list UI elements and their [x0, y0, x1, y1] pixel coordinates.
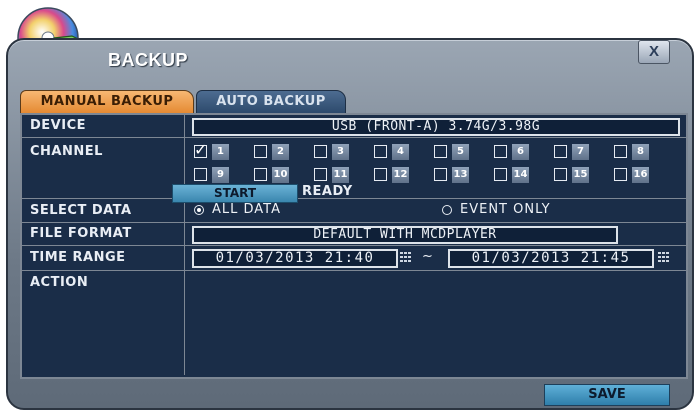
channel-row: CHANNEL 12345678910111213141516	[22, 138, 686, 199]
select-data-label: SELECT DATA	[22, 199, 185, 222]
channel-label: CHANNEL	[22, 138, 185, 198]
channel-6-checkbox[interactable]	[494, 145, 507, 158]
channel-number: 6	[512, 144, 529, 160]
time-range-label: TIME RANGE	[22, 246, 185, 270]
channel-number: 4	[392, 144, 409, 160]
device-selector[interactable]: USB (FRONT-A) 3.74G/3.98G	[192, 118, 680, 136]
action-row: ACTION	[22, 271, 686, 375]
time-range-row: TIME RANGE 01/03/2013 21:40 ~ 01/03/2013…	[22, 246, 686, 271]
channel-number: 3	[332, 144, 349, 160]
channel-5-checkbox[interactable]	[434, 145, 447, 158]
end-time-field[interactable]: 01/03/2013 21:45	[448, 249, 654, 268]
event-only-radio[interactable]	[442, 205, 452, 215]
time-range-separator: ~	[422, 249, 434, 264]
tab-manual-backup[interactable]: MANUAL BACKUP	[20, 90, 194, 114]
channel-number: 9	[212, 167, 229, 183]
select-data-row: SELECT DATA ALL DATA EVENT ONLY	[22, 199, 686, 223]
channel-15-checkbox[interactable]	[554, 168, 567, 181]
channel-4-checkbox[interactable]	[374, 145, 387, 158]
channel-number: 5	[452, 144, 469, 160]
action-label: ACTION	[22, 271, 185, 375]
dialog-title: BACKUP	[108, 50, 189, 70]
channel-3-checkbox[interactable]	[314, 145, 327, 158]
channel-number: 2	[272, 144, 289, 160]
channel-number: 11	[332, 167, 349, 183]
channel-number: 7	[572, 144, 589, 160]
close-button[interactable]: X	[638, 40, 670, 64]
backup-status: READY	[302, 184, 353, 199]
channel-14-checkbox[interactable]	[494, 168, 507, 181]
channel-number: 1	[212, 144, 229, 160]
channel-8-checkbox[interactable]	[614, 145, 627, 158]
channel-number: 10	[272, 167, 289, 183]
channel-number: 13	[452, 167, 469, 183]
channel-11-checkbox[interactable]	[314, 168, 327, 181]
channel-7-checkbox[interactable]	[554, 145, 567, 158]
save-button[interactable]: SAVE	[544, 384, 670, 406]
calendar-icon[interactable]	[400, 251, 414, 265]
channel-number: 12	[392, 167, 409, 183]
channel-12-checkbox[interactable]	[374, 168, 387, 181]
device-label: DEVICE	[22, 115, 185, 137]
tab-auto-backup[interactable]: AUTO BACKUP	[196, 90, 346, 114]
calendar-icon[interactable]	[658, 251, 672, 265]
channel-2-checkbox[interactable]	[254, 145, 267, 158]
channel-number: 8	[632, 144, 649, 160]
channel-number: 16	[632, 167, 649, 183]
all-data-label: ALL DATA	[212, 202, 282, 217]
backup-settings-panel: DEVICE USB (FRONT-A) 3.74G/3.98G CHANNEL…	[20, 113, 688, 379]
channel-13-checkbox[interactable]	[434, 168, 447, 181]
device-row: DEVICE USB (FRONT-A) 3.74G/3.98G	[22, 115, 686, 138]
channel-10-checkbox[interactable]	[254, 168, 267, 181]
channel-16-checkbox[interactable]	[614, 168, 627, 181]
start-button[interactable]: START	[172, 184, 298, 203]
file-format-label: FILE FORMAT	[22, 223, 185, 245]
event-only-label: EVENT ONLY	[460, 202, 551, 217]
channel-1-checkbox[interactable]	[194, 140, 207, 159]
channel-9-checkbox[interactable]	[194, 168, 207, 181]
channel-number: 15	[572, 167, 589, 183]
file-format-row: FILE FORMAT DEFAULT WITH MCDPLAYER	[22, 223, 686, 246]
start-time-field[interactable]: 01/03/2013 21:40	[192, 249, 398, 268]
all-data-radio[interactable]	[194, 205, 204, 215]
file-format-selector[interactable]: DEFAULT WITH MCDPLAYER	[192, 226, 618, 244]
channel-number: 14	[512, 167, 529, 183]
